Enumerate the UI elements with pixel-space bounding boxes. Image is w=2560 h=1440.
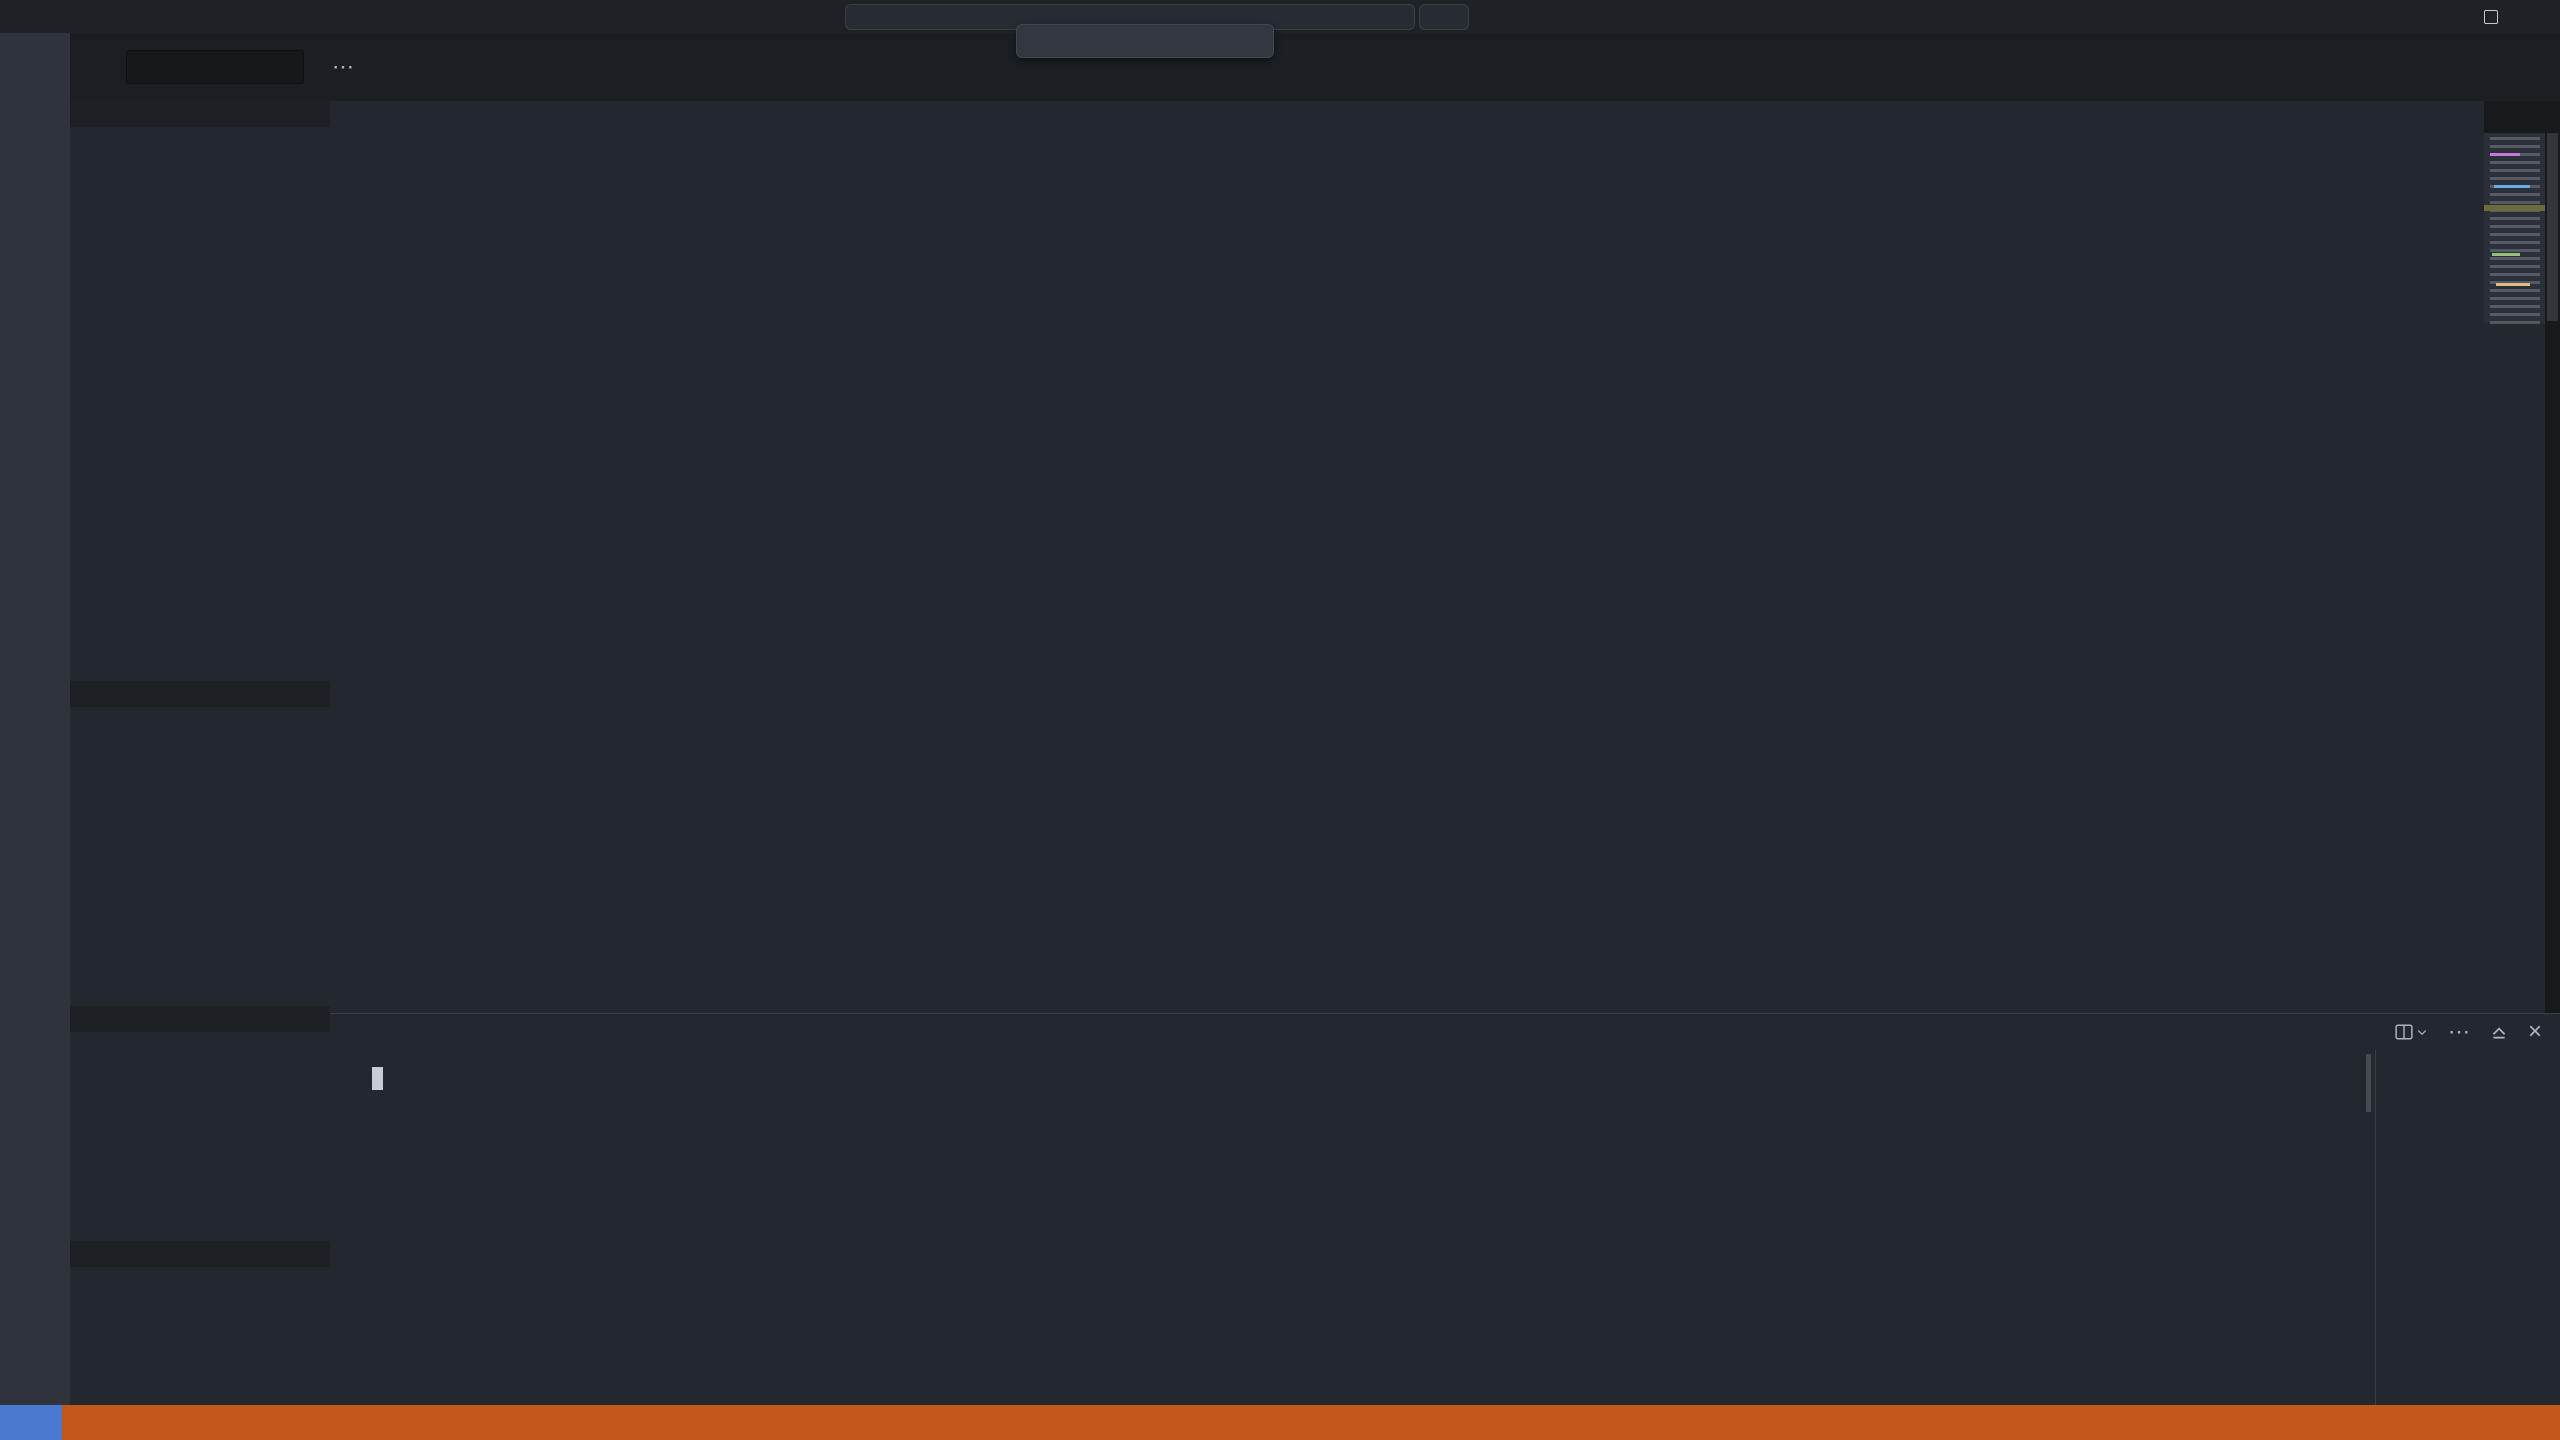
variables-section <box>70 101 330 681</box>
panel-maximize-icon[interactable] <box>2490 1023 2508 1041</box>
title-bar <box>0 0 2560 33</box>
debug-sidebar <box>70 101 330 1405</box>
bottom-panel: ⋯ × <box>330 1013 2560 1405</box>
editor-top-row: ⋯ <box>70 33 2560 101</box>
copilot-menu-button[interactable] <box>1419 4 1469 30</box>
toggle-sidebar-icon[interactable] <box>2302 0 2342 33</box>
activity-bar <box>0 33 70 1405</box>
toggle-secondary-sidebar-icon[interactable] <box>2382 0 2422 33</box>
code-editor[interactable] <box>330 133 2484 1013</box>
terminal-output[interactable] <box>330 1050 2375 1406</box>
call-stack-section <box>70 1006 330 1241</box>
more-actions-icon[interactable]: ⋯ <box>332 54 354 80</box>
minimap[interactable] <box>2484 133 2545 1013</box>
call-stack-header[interactable] <box>70 1006 330 1032</box>
panel-close-icon[interactable]: × <box>2528 1018 2542 1046</box>
breakpoints-section <box>70 1241 330 1405</box>
watch-header[interactable] <box>70 681 330 707</box>
terminal-scrollbar[interactable] <box>2366 1054 2371 1112</box>
terminal-cursor <box>372 1067 383 1090</box>
window-minimize-button[interactable] <box>2422 0 2468 33</box>
launch-config-dropdown[interactable] <box>126 50 304 84</box>
debug-toolbar <box>1016 24 1274 58</box>
breakpoints-header[interactable] <box>70 1241 330 1267</box>
toggle-panel-icon[interactable] <box>2342 0 2382 33</box>
window-close-button[interactable] <box>2514 0 2560 33</box>
terminal-sessions-list <box>2375 1050 2560 1406</box>
run-and-debug-bar: ⋯ <box>70 33 540 101</box>
panel-tab-bar: ⋯ × <box>330 1014 2560 1050</box>
panel-more-actions-icon[interactable]: ⋯ <box>2448 1019 2470 1045</box>
window-restore-button[interactable] <box>2468 0 2514 33</box>
status-bar <box>0 1405 2560 1440</box>
terminal-views-icon[interactable] <box>2395 1023 2428 1041</box>
customize-layout-icon[interactable] <box>2262 0 2302 33</box>
remote-indicator[interactable] <box>0 1405 62 1440</box>
watch-section <box>70 681 330 1007</box>
breadcrumb <box>330 101 2484 133</box>
editor-scrollbar[interactable] <box>2545 133 2560 1013</box>
variables-header[interactable] <box>70 101 330 127</box>
